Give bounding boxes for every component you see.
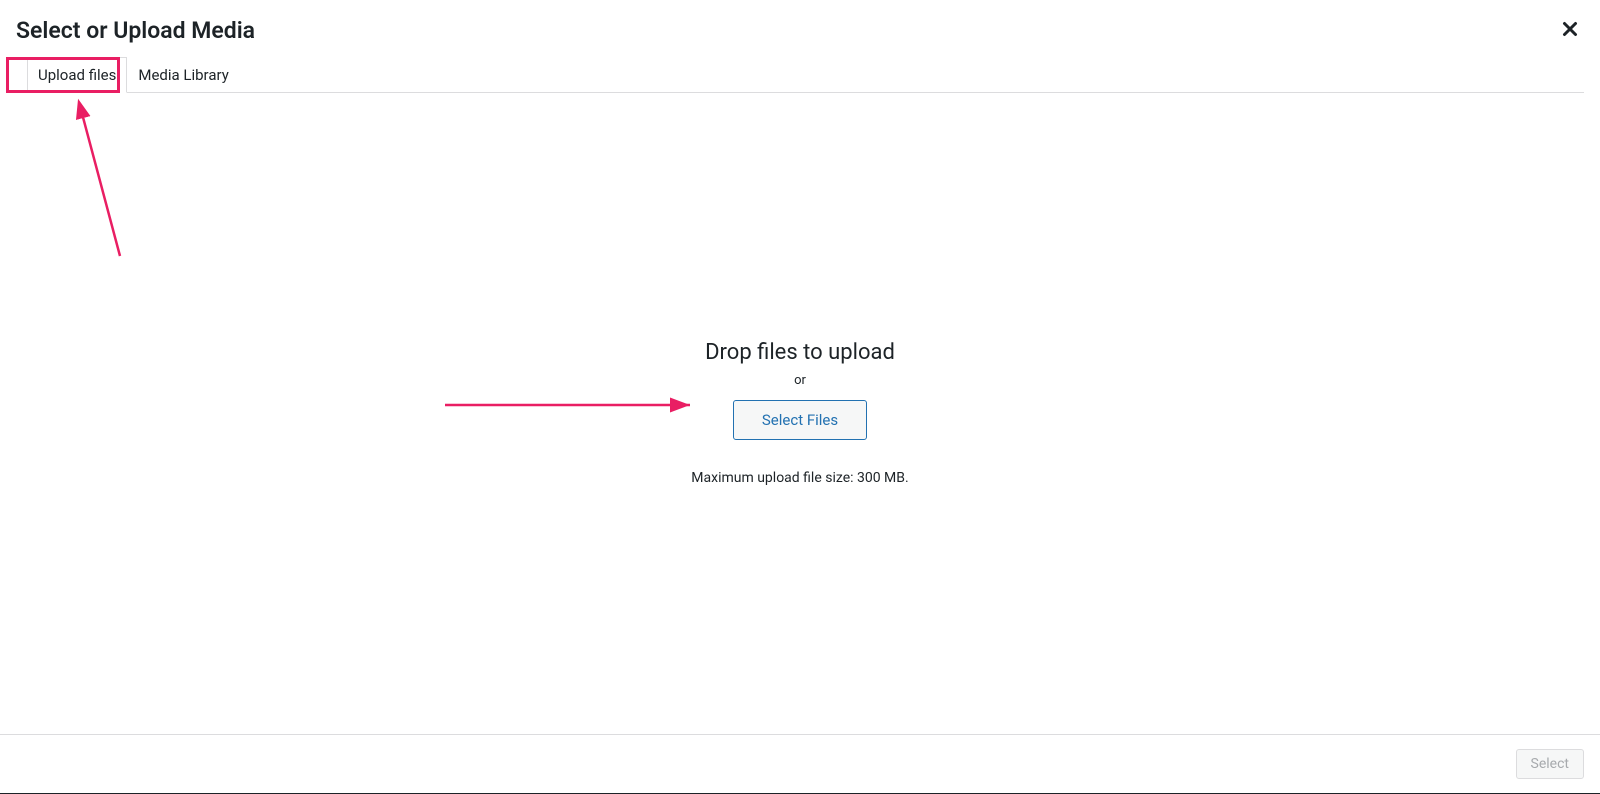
tab-upload-files[interactable]: Upload files <box>27 57 127 93</box>
select-files-button[interactable]: Select Files <box>733 400 867 440</box>
modal-header: Select or Upload Media Upload files Medi… <box>0 0 1600 93</box>
max-upload-size-text: Maximum upload file size: 300 MB. <box>691 470 908 486</box>
tab-media-library[interactable]: Media Library <box>127 57 239 93</box>
select-button[interactable]: Select <box>1516 749 1584 779</box>
or-text: or <box>691 373 908 388</box>
drop-files-title: Drop files to upload <box>691 340 908 365</box>
close-icon <box>1562 21 1578 40</box>
media-modal: Select or Upload Media Upload files Medi… <box>0 0 1600 794</box>
content-area: Drop files to upload or Select Files Max… <box>0 93 1600 734</box>
close-button[interactable] <box>1552 12 1588 48</box>
modal-title: Select or Upload Media <box>16 16 1584 46</box>
tabs: Upload files Media Library <box>16 56 1584 93</box>
upload-area[interactable]: Drop files to upload or Select Files Max… <box>691 340 908 486</box>
modal-footer: Select <box>0 734 1600 793</box>
